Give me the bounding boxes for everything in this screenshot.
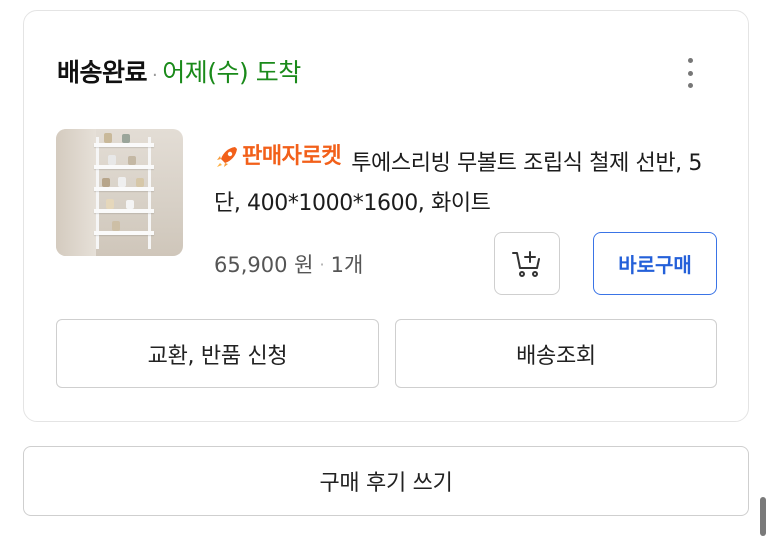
seller-rocket-badge: 판매자로켓 [214, 137, 342, 177]
add-to-cart-icon [512, 250, 540, 277]
rocket-icon [217, 147, 237, 167]
order-status: 배송완료 · 어제(수) 도착 [57, 53, 301, 89]
arrival-date: 어제(수) 도착 [162, 58, 301, 87]
price-row: 65,900 원 · 1개 [214, 249, 363, 279]
product-title[interactable]: 판매자로켓 투에스리빙 무볼트 조립식 철제 선반, 5단, 400*1000*… [214, 137, 714, 224]
product-price: 65,900 원 [214, 253, 314, 277]
more-vertical-icon [687, 58, 693, 63]
track-delivery-button[interactable]: 배송조회 [395, 319, 717, 388]
scrollbar-thumb[interactable] [760, 497, 766, 536]
status-separator: · [152, 65, 158, 86]
price-separator: · [319, 254, 325, 274]
exchange-return-button[interactable]: 교환, 반품 신청 [56, 319, 379, 388]
order-card: 배송완료 · 어제(수) 도착 판매자로켓 투에스리빙 무볼트 조립식 철제 선… [23, 10, 749, 422]
rocket-badge-label: 판매자로켓 [242, 144, 342, 169]
more-options-button[interactable] [680, 55, 700, 91]
product-quantity: 1개 [330, 253, 364, 277]
write-review-button[interactable]: 구매 후기 쓰기 [23, 446, 749, 516]
buy-now-button[interactable]: 바로구매 [593, 232, 717, 295]
delivery-status: 배송완료 [57, 58, 148, 87]
product-thumbnail[interactable] [56, 129, 183, 256]
add-to-cart-button[interactable] [494, 232, 560, 295]
